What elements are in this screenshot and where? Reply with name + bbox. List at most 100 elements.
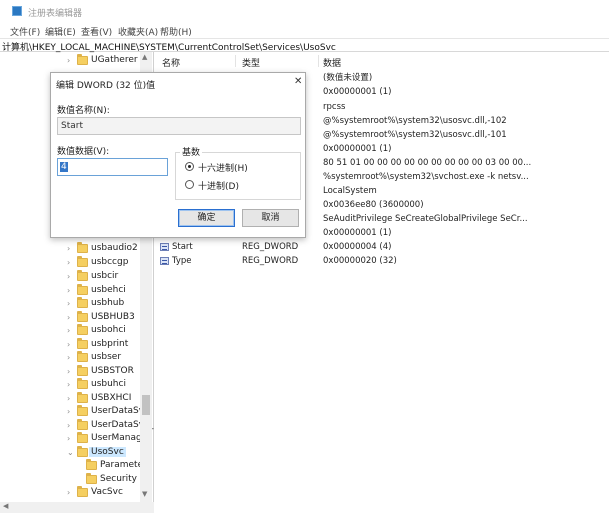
value-data-input[interactable]: 4 xyxy=(57,158,168,176)
value-data[interactable]: @%systemroot%\system32\usosvc.dll,-101 xyxy=(323,130,507,140)
tree-horizontal-scrollbar[interactable]: ◀ xyxy=(0,502,154,513)
menu-view[interactable]: 查看(V) xyxy=(81,25,112,38)
folder-icon xyxy=(77,486,88,497)
tree-item-userdatasvc-instance[interactable]: › UserDataSvc_ xyxy=(0,419,154,433)
expand-icon[interactable]: › xyxy=(67,56,75,65)
value-type[interactable]: REG_DWORD xyxy=(242,256,298,266)
regedit-icon xyxy=(12,6,22,16)
column-divider[interactable] xyxy=(318,55,319,67)
menu-favorites[interactable]: 收藏夹(A) xyxy=(118,25,158,38)
expand-icon[interactable]: › xyxy=(67,340,75,349)
menu-help[interactable]: 帮助(H) xyxy=(160,25,192,38)
expand-icon[interactable]: › xyxy=(67,421,75,430)
collapse-icon[interactable]: ⌄ xyxy=(67,448,75,457)
decimal-radio-label[interactable]: 十进制(D) xyxy=(198,179,239,192)
expand-icon[interactable]: › xyxy=(67,244,75,253)
tree-item-userdatasvc[interactable]: › UserDataSvc xyxy=(0,405,149,419)
value-name[interactable]: Type xyxy=(172,256,192,266)
value-data[interactable]: 0x00000001 (1) xyxy=(323,228,391,238)
expand-icon[interactable]: › xyxy=(67,434,75,443)
tree-item-label: usbccgp xyxy=(91,257,129,267)
column-name-header[interactable]: 名称 xyxy=(162,56,180,69)
tree-item-parameters[interactable]: Parameter xyxy=(0,459,147,473)
column-divider[interactable] xyxy=(235,55,236,67)
expand-icon[interactable]: › xyxy=(67,299,75,308)
expand-icon[interactable]: › xyxy=(67,313,75,322)
ok-button[interactable]: 确定 xyxy=(178,209,235,227)
expand-icon[interactable]: › xyxy=(67,488,75,497)
expand-icon[interactable]: › xyxy=(67,286,75,295)
tree-item-label: usbprint xyxy=(91,339,129,349)
expand-icon[interactable]: › xyxy=(67,380,75,389)
value-data-label: 数值数据(V): xyxy=(57,147,110,157)
menu-file[interactable]: 文件(F) xyxy=(10,25,40,38)
value-data[interactable]: 0x00000001 (1) xyxy=(323,144,391,154)
tree-item-label: USBXHCI xyxy=(91,393,132,403)
tree-item-usbuhci[interactable]: › usbuhci xyxy=(0,378,140,392)
dword-value-icon xyxy=(160,257,169,265)
cancel-button[interactable]: 取消 xyxy=(242,209,299,227)
expand-icon[interactable]: › xyxy=(67,407,75,416)
value-data[interactable]: LocalSystem xyxy=(323,186,377,196)
folder-icon xyxy=(86,459,97,470)
tree-item-usbstor[interactable]: › USBSTOR xyxy=(0,365,140,379)
tree-item-label: usbehci xyxy=(91,285,126,295)
tree-item-usermanager[interactable]: › UserManage xyxy=(0,432,147,446)
value-data-default[interactable]: (数值未设置) xyxy=(323,71,372,83)
hex-radio[interactable] xyxy=(185,162,194,171)
folder-icon xyxy=(77,378,88,389)
base-groupbox xyxy=(175,152,301,200)
expand-icon[interactable]: › xyxy=(67,272,75,281)
expand-icon[interactable]: › xyxy=(67,367,75,376)
value-data[interactable]: %systemroot%\system32\svchost.exe -k net… xyxy=(323,172,529,182)
tree-item-vacsvc[interactable]: › VacSvc xyxy=(0,486,140,500)
tree-item-ugatherer[interactable]: › UGatherer xyxy=(0,54,140,68)
value-data[interactable]: @%systemroot%\system32\usosvc.dll,-102 xyxy=(323,116,507,126)
expand-icon[interactable]: › xyxy=(67,258,75,267)
scroll-left-arrow-icon[interactable]: ◀ xyxy=(3,502,8,510)
folder-icon xyxy=(77,256,88,267)
tree-item-usbcir[interactable]: › usbcir xyxy=(0,270,140,284)
scroll-thumb[interactable] xyxy=(142,395,150,415)
value-data[interactable]: 80 51 01 00 00 00 00 00 00 00 00 00 03 0… xyxy=(323,158,531,168)
tree-item-usbhub[interactable]: › usbhub xyxy=(0,297,140,311)
expand-icon[interactable]: › xyxy=(67,326,75,335)
decimal-radio[interactable] xyxy=(185,180,194,189)
value-data-text[interactable]: 4 xyxy=(60,162,68,172)
tree-item-security[interactable]: Security xyxy=(0,473,140,487)
value-data[interactable]: rpcss xyxy=(323,102,345,112)
value-name-field: Start xyxy=(57,117,301,135)
window-title: 注册表编辑器 xyxy=(28,9,83,19)
close-icon[interactable]: ✕ xyxy=(294,76,302,87)
value-data[interactable]: SeAuditPrivilege SeCreateGlobalPrivilege… xyxy=(323,214,528,224)
tree-item-usbhub3[interactable]: › USBHUB3 xyxy=(0,311,140,325)
tree-item-usbprint[interactable]: › usbprint xyxy=(0,338,140,352)
expand-icon[interactable]: › xyxy=(67,394,75,403)
value-data[interactable]: 0x0036ee80 (3600000) xyxy=(323,200,424,210)
scroll-up-arrow-icon[interactable]: ▲ xyxy=(142,53,147,61)
value-data[interactable]: 0x00000004 (4) xyxy=(323,242,391,252)
tree-item-usbxhci[interactable]: › USBXHCI xyxy=(0,392,140,406)
tree-item-usosvc[interactable]: ⌄ UsoSvc xyxy=(0,446,140,460)
folder-icon xyxy=(77,338,88,349)
expand-icon[interactable]: › xyxy=(67,353,75,362)
tree-item-usbccgp[interactable]: › usbccgp xyxy=(0,256,140,270)
menu-edit[interactable]: 编辑(E) xyxy=(45,25,76,38)
scroll-down-arrow-icon[interactable]: ▼ xyxy=(142,490,147,498)
value-type[interactable]: REG_DWORD xyxy=(242,242,298,252)
tree-item-usbaudio2[interactable]: › usbaudio2 xyxy=(0,242,140,256)
value-name[interactable]: Start xyxy=(172,242,193,252)
tree-item-usbohci[interactable]: › usbohci xyxy=(0,324,140,338)
value-name-label: 数值名称(N): xyxy=(57,106,110,116)
value-data[interactable]: 0x00000020 (32) xyxy=(323,256,397,266)
address-bar[interactable]: 计算机\HKEY_LOCAL_MACHINE\SYSTEM\CurrentCon… xyxy=(0,38,609,53)
column-data-header[interactable]: 数据 xyxy=(323,56,341,69)
column-type-header[interactable]: 类型 xyxy=(242,56,260,69)
tree-item-usbehci[interactable]: › usbehci xyxy=(0,284,140,298)
value-data[interactable]: 0x00000001 (1) xyxy=(323,87,391,97)
folder-icon xyxy=(77,54,88,65)
tree-item-label: VacSvc xyxy=(91,487,123,497)
tree-item-usbser[interactable]: › usbser xyxy=(0,351,140,365)
hex-radio-label[interactable]: 十六进制(H) xyxy=(198,161,248,174)
tree-item-label: usbcir xyxy=(91,271,119,281)
